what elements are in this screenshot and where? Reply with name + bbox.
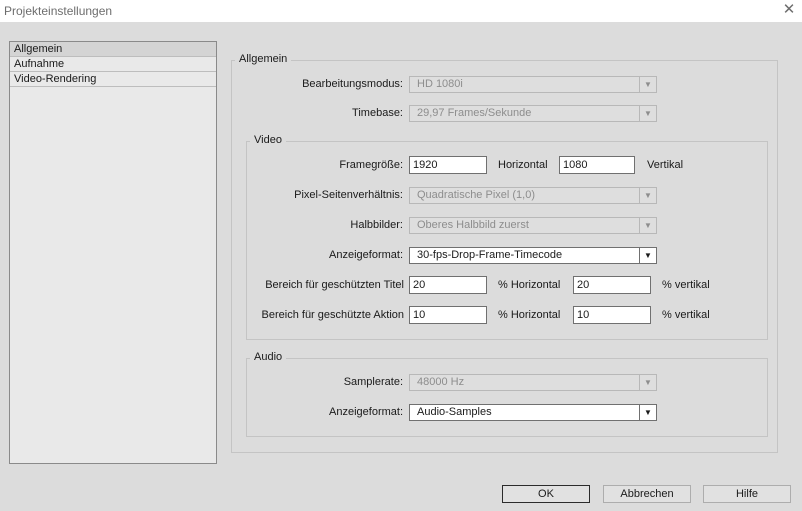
title-safe-vertical-input[interactable]: 20 — [573, 276, 651, 294]
audio-display-format-value: Audio-Samples — [417, 406, 492, 418]
video-display-format-select[interactable]: 30-fps-Drop-Frame-Timecode ▼ — [409, 247, 657, 264]
chevron-down-icon[interactable]: ▼ — [639, 77, 656, 92]
help-button[interactable]: Hilfe — [703, 485, 791, 503]
chevron-down-icon[interactable]: ▼ — [639, 248, 656, 263]
chevron-down-icon[interactable]: ▼ — [639, 218, 656, 233]
timebase-label: Timebase: — [352, 107, 403, 119]
editing-mode-select[interactable]: HD 1080i ▼ — [409, 76, 657, 93]
title-safe-horizontal-unit: % Horizontal — [498, 279, 561, 291]
editing-mode-label: Bearbeitungsmodus: — [302, 78, 403, 90]
video-heading: Video — [250, 134, 286, 146]
title-bar: Projekteinstellungen ✕ — [0, 0, 802, 22]
frame-height-input[interactable]: 1080 — [559, 156, 635, 174]
cancel-button[interactable]: Abbrechen — [603, 485, 691, 503]
chevron-down-icon[interactable]: ▼ — [639, 188, 656, 203]
chevron-down-icon[interactable]: ▼ — [639, 405, 656, 420]
fields-value: Oberes Halbbild zuerst — [417, 219, 529, 231]
action-safe-horizontal-unit: % Horizontal — [498, 309, 561, 321]
audio-heading: Audio — [250, 351, 287, 363]
frame-height-unit: Vertikal — [647, 159, 684, 171]
pixel-aspect-select[interactable]: Quadratische Pixel (1,0) ▼ — [409, 187, 657, 204]
audio-display-format-select[interactable]: Audio-Samples ▼ — [409, 404, 657, 421]
pixel-aspect-value: Quadratische Pixel (1,0) — [417, 189, 535, 201]
action-safe-vertical-unit: % vertikal — [662, 309, 710, 321]
general-heading: Allgemein — [235, 53, 292, 65]
frame-size-label: Framegröße: — [339, 159, 403, 171]
sample-rate-select[interactable]: 48000 Hz ▼ — [409, 374, 657, 391]
frame-width-input[interactable]: 1920 — [409, 156, 487, 174]
video-display-format-label: Anzeigeformat: — [329, 249, 403, 261]
fields-select[interactable]: Oberes Halbbild zuerst ▼ — [409, 217, 657, 234]
pixel-aspect-label: Pixel-Seitenverhältnis: — [294, 189, 403, 201]
video-display-format-value: 30-fps-Drop-Frame-Timecode — [417, 249, 563, 261]
editing-mode-value: HD 1080i — [417, 78, 463, 90]
window-title: Projekteinstellungen — [4, 4, 113, 18]
title-safe-label: Bereich für geschützten Titel — [265, 279, 404, 291]
timebase-value: 29,97 Frames/Sekunde — [417, 107, 532, 119]
sample-rate-label: Samplerate: — [343, 376, 403, 388]
close-icon[interactable]: ✕ — [780, 1, 798, 19]
sidebar-item-video-rendering[interactable]: Video-Rendering — [10, 72, 216, 87]
timebase-select[interactable]: 29,97 Frames/Sekunde ▼ — [409, 105, 657, 122]
audio-group — [246, 358, 768, 437]
sidebar-item-general[interactable]: Allgemein — [10, 42, 216, 57]
title-safe-horizontal-input[interactable]: 20 — [409, 276, 487, 294]
audio-display-format-label: Anzeigeformat: — [329, 406, 403, 418]
settings-category-list: Allgemein Aufnahme Video-Rendering — [9, 41, 217, 464]
sidebar-item-capture[interactable]: Aufnahme — [10, 57, 216, 72]
chevron-down-icon[interactable]: ▼ — [639, 375, 656, 390]
chevron-down-icon[interactable]: ▼ — [639, 106, 656, 121]
title-safe-vertical-unit: % vertikal — [662, 279, 710, 291]
ok-button[interactable]: OK — [502, 485, 590, 503]
sample-rate-value: 48000 Hz — [417, 376, 465, 388]
fields-label: Halbbilder: — [350, 219, 403, 231]
action-safe-vertical-input[interactable]: 10 — [573, 306, 651, 324]
frame-width-unit: Horizontal — [498, 159, 548, 171]
action-safe-label: Bereich für geschützte Aktion — [261, 309, 404, 321]
action-safe-horizontal-input[interactable]: 10 — [409, 306, 487, 324]
